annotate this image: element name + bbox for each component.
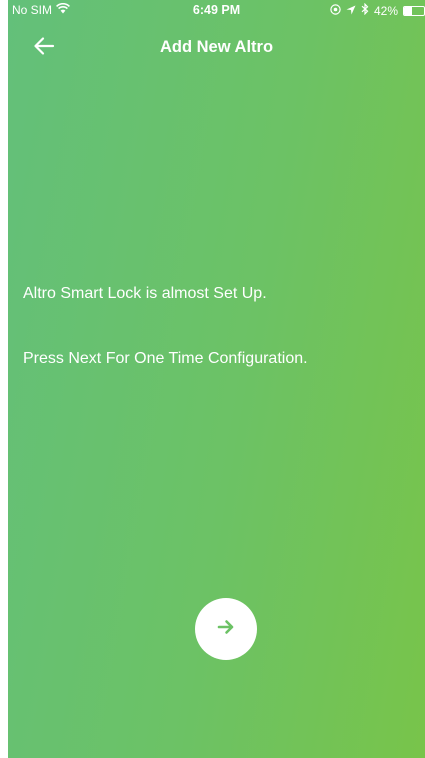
battery-percent: 42% [373,3,398,18]
at-icon [330,3,341,18]
app-screen: No SIM 6:49 PM 42% Add New Altro Altro S… [8,0,425,758]
nav-bar: Add New Altro [8,24,425,72]
page-title: Add New Altro [159,38,274,56]
next-button[interactable] [195,598,257,660]
battery-icon [403,5,425,16]
setup-status-text: Altro Smart Lock is almost Set Up. [23,285,267,302]
location-icon [346,4,356,18]
setup-instruction-text: Press Next For One Time Configuration. [23,350,308,367]
bluetooth-icon [361,2,369,18]
status-bar: No SIM 6:49 PM 42% [8,0,425,20]
arrow-right-icon [217,619,235,640]
status-right: 42% [330,2,425,18]
